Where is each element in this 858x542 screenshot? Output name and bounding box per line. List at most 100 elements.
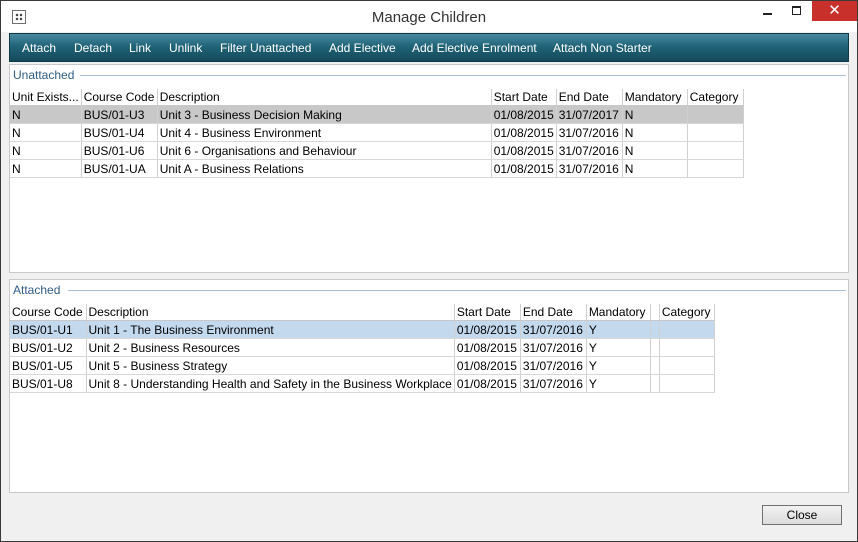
cell [687,123,744,142]
col-end-date[interactable]: End Date [520,304,587,321]
unattached-grid: Unit Exists... Course Code Description S… [10,89,744,178]
cell: BUS/01-U3 [81,105,158,124]
unattached-header-row: Unit Exists... Course Code Description S… [10,89,744,106]
cell: 31/07/2017 [556,105,623,124]
cell: 31/07/2016 [520,374,587,393]
cell [687,105,744,124]
link-button[interactable]: Link [129,34,151,62]
cell: BUS/01-UA [81,159,158,178]
close-button[interactable]: Close [762,505,842,525]
table-row[interactable]: N BUS/01-U4 Unit 4 - Business Environmen… [10,123,744,142]
title-bar: Manage Children ✕ [1,1,857,32]
attached-section: Attached Course Code Description Start D… [9,279,849,493]
cell: BUS/01-U5 [10,356,87,375]
col-start-date[interactable]: Start Date [454,304,521,321]
add-elective-enrolment-button[interactable]: Add Elective Enrolment [412,34,537,62]
cell [659,356,715,375]
cell: 01/08/2015 [491,159,557,178]
cell: BUS/01-U4 [81,123,158,142]
unattached-title: Unattached [13,68,79,82]
table-row[interactable]: BUS/01-U5 Unit 5 - Business Strategy 01/… [10,356,715,375]
cell: N [622,105,688,124]
attached-header-row: Course Code Description Start Date End D… [10,304,715,321]
col-blank[interactable] [650,304,660,321]
cell: 01/08/2015 [491,141,557,160]
cell: Unit 1 - The Business Environment [86,320,455,339]
cell: Unit A - Business Relations [157,159,492,178]
cell: 31/07/2016 [520,320,587,339]
col-description[interactable]: Description [157,89,492,106]
cell: 31/07/2016 [520,338,587,357]
cell [659,374,715,393]
cell: Unit 8 - Understanding Health and Safety… [86,374,455,393]
col-unit-exists[interactable]: Unit Exists... [10,89,82,106]
cell: Y [586,356,651,375]
col-description[interactable]: Description [86,304,455,321]
table-row[interactable]: BUS/01-U2 Unit 2 - Business Resources 01… [10,338,715,357]
table-row[interactable]: BUS/01-U1 Unit 1 - The Business Environm… [10,320,715,339]
cell [650,374,660,393]
col-course-code[interactable]: Course Code [81,89,158,106]
attach-button[interactable]: Attach [22,34,56,62]
cell: 31/07/2016 [556,159,623,178]
close-window-button[interactable]: ✕ [812,1,857,21]
attach-non-starter-button[interactable]: Attach Non Starter [553,34,652,62]
cell: 31/07/2016 [520,356,587,375]
maximize-button[interactable] [783,1,811,22]
cell: Unit 6 - Organisations and Behaviour [157,141,492,160]
cell [650,338,660,357]
attached-grid: Course Code Description Start Date End D… [10,304,715,393]
col-course-code[interactable]: Course Code [10,304,87,321]
attached-divider [68,290,846,291]
cell: Y [586,374,651,393]
filter-unattached-button[interactable]: Filter Unattached [220,34,311,62]
unattached-divider [80,75,846,76]
table-row[interactable]: N BUS/01-UA Unit A - Business Relations … [10,159,744,178]
col-end-date[interactable]: End Date [556,89,623,106]
cell: BUS/01-U8 [10,374,87,393]
cell: N [622,123,688,142]
cell: N [10,105,82,124]
cell: N [622,141,688,160]
cell [650,320,660,339]
col-mandatory[interactable]: Mandatory [586,304,651,321]
cell: 01/08/2015 [454,338,521,357]
cell: 31/07/2016 [556,141,623,160]
table-row[interactable]: N BUS/01-U6 Unit 6 - Organisations and B… [10,141,744,160]
toolbar: Attach Detach Link Unlink Filter Unattac… [9,33,849,62]
cell [687,159,744,178]
cell: N [10,159,82,178]
unattached-section: Unattached Unit Exists... Course Code De… [9,64,849,273]
col-start-date[interactable]: Start Date [491,89,557,106]
minimize-button[interactable] [753,1,783,22]
col-mandatory[interactable]: Mandatory [622,89,688,106]
cell: 01/08/2015 [491,123,557,142]
cell: 01/08/2015 [454,356,521,375]
cell: Y [586,320,651,339]
detach-button[interactable]: Detach [74,34,112,62]
attached-title: Attached [13,283,65,297]
cell [650,356,660,375]
cell: BUS/01-U1 [10,320,87,339]
cell: BUS/01-U6 [81,141,158,160]
cell [659,338,715,357]
window-title: Manage Children [371,9,487,26]
col-category[interactable]: Category [659,304,715,321]
table-row[interactable]: BUS/01-U8 Unit 8 - Understanding Health … [10,374,715,393]
cell: Y [586,338,651,357]
cell: 01/08/2015 [454,320,521,339]
col-category[interactable]: Category [687,89,744,106]
cell: BUS/01-U2 [10,338,87,357]
cell: Unit 3 - Business Decision Making [157,105,492,124]
unlink-button[interactable]: Unlink [169,34,202,62]
table-row[interactable]: N BUS/01-U3 Unit 3 - Business Decision M… [10,105,744,124]
cell [659,320,715,339]
cell: N [10,123,82,142]
add-elective-button[interactable]: Add Elective [329,34,396,62]
cell: N [622,159,688,178]
cell: 31/07/2016 [556,123,623,142]
cell: N [10,141,82,160]
cell [687,141,744,160]
cell: 01/08/2015 [491,105,557,124]
manage-children-window: Manage Children ✕ Attach Detach Link Unl… [0,0,858,542]
